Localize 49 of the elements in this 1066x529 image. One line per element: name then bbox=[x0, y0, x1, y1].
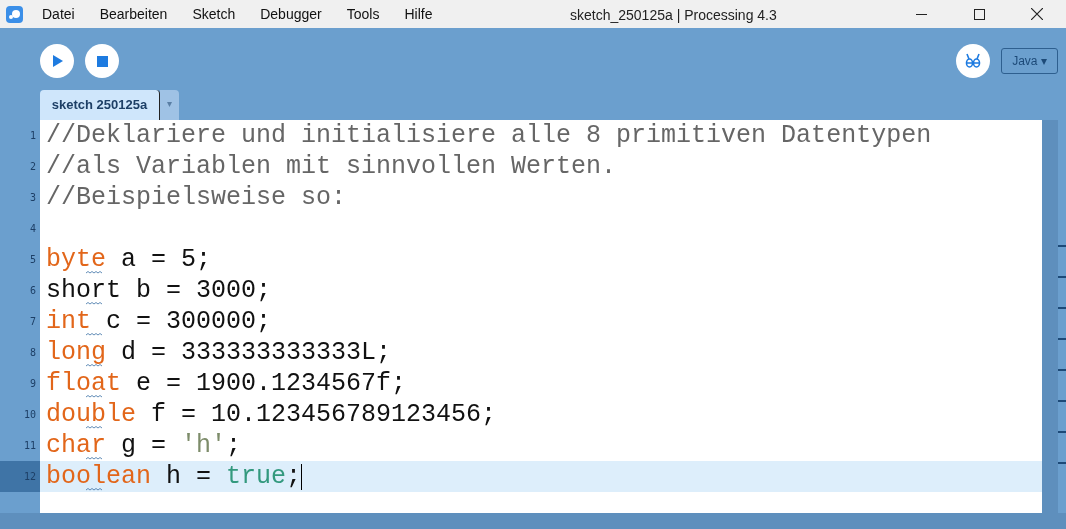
error-marker[interactable] bbox=[1058, 462, 1066, 464]
code-line: float e = 1900.1234567f; bbox=[46, 368, 407, 399]
line-number: 10 bbox=[23, 408, 36, 422]
line-number: 12 bbox=[23, 470, 36, 484]
error-marker[interactable] bbox=[1058, 400, 1066, 402]
sketch-tab[interactable]: sketch 250125a bbox=[40, 90, 160, 120]
code-line: long d = 333333333333L; bbox=[46, 337, 392, 368]
error-marker[interactable] bbox=[1058, 276, 1066, 278]
code-line: //als Variablen mit sinnvollen Werten. bbox=[46, 151, 617, 182]
menu-item[interactable]: Debugger bbox=[260, 3, 322, 25]
code-line: double f = 10.123456789123456; bbox=[46, 399, 497, 430]
code-line: //Beispielsweise so: bbox=[46, 182, 347, 213]
menu-item[interactable]: Tools bbox=[346, 3, 380, 25]
error-marker[interactable] bbox=[1058, 245, 1066, 247]
line-number: 1 bbox=[29, 129, 36, 143]
code-editor[interactable] bbox=[40, 120, 1042, 513]
code-line: //Deklariere und initialisiere alle 8 primitiven Datentypen bbox=[46, 120, 932, 151]
app-logo-icon bbox=[6, 5, 23, 23]
error-marker[interactable] bbox=[1058, 338, 1066, 340]
run-button[interactable] bbox=[40, 44, 74, 78]
window-title: sketch_250125a | Processing 4.3 bbox=[570, 6, 777, 25]
play-icon bbox=[51, 55, 63, 67]
menu-item[interactable]: Bearbeiten bbox=[99, 3, 168, 25]
debug-button[interactable] bbox=[956, 44, 990, 78]
line-number: 11 bbox=[23, 439, 36, 453]
close-icon bbox=[1031, 8, 1043, 20]
stop-button[interactable] bbox=[85, 44, 119, 78]
line-number: 6 bbox=[29, 284, 36, 298]
menu-item[interactable]: Sketch bbox=[192, 3, 236, 25]
line-number: 5 bbox=[29, 253, 36, 267]
line-number: 8 bbox=[29, 346, 36, 360]
error-marker[interactable] bbox=[1058, 431, 1066, 433]
code-line: int c = 300000; bbox=[46, 306, 272, 337]
line-number: 3 bbox=[29, 191, 36, 205]
code-line: byte a = 5; bbox=[46, 244, 212, 275]
error-marker[interactable] bbox=[1058, 307, 1066, 309]
code-line: boolean h = true; bbox=[46, 461, 302, 492]
scrollbar[interactable] bbox=[1042, 120, 1058, 513]
line-number: 2 bbox=[29, 160, 36, 174]
error-marker[interactable] bbox=[1058, 369, 1066, 371]
bug-icon bbox=[965, 53, 981, 69]
line-number: 9 bbox=[29, 377, 36, 391]
menu-item[interactable]: Hilfe bbox=[404, 3, 433, 25]
code-line: short b = 3000; bbox=[46, 275, 272, 306]
line-number: 7 bbox=[29, 315, 36, 329]
text-cursor bbox=[301, 463, 303, 490]
code-line: char g = 'h'; bbox=[46, 430, 242, 461]
line-number: 4 bbox=[29, 222, 36, 236]
menu-item[interactable]: Datei bbox=[42, 3, 75, 25]
